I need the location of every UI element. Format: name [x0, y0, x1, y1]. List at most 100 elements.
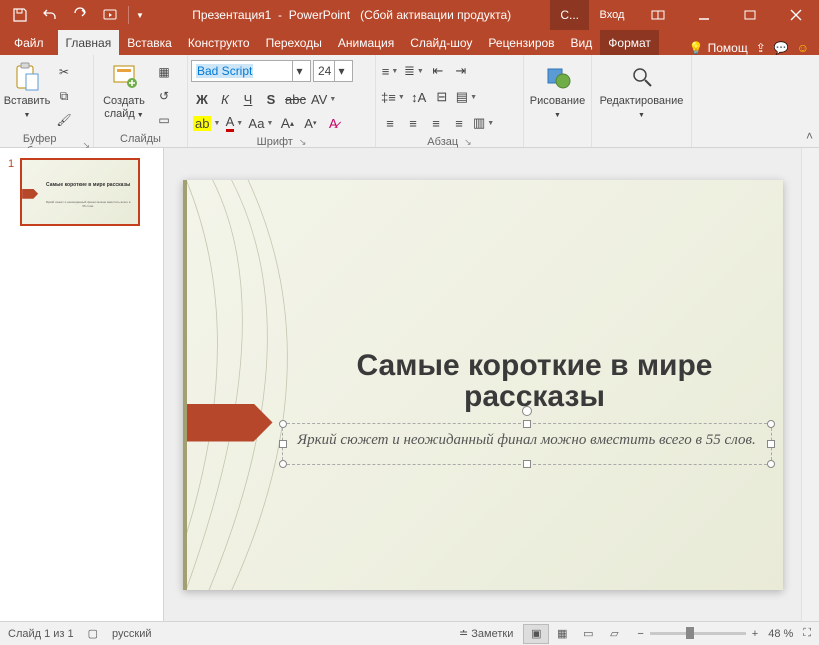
underline-button[interactable]: Ч — [237, 88, 259, 110]
tab-animations[interactable]: Анимация — [330, 30, 402, 55]
undo-button[interactable] — [36, 1, 64, 29]
increase-indent-button[interactable]: ⇥ — [450, 60, 472, 82]
start-from-beginning-button[interactable] — [96, 1, 124, 29]
reading-view-button[interactable]: ▭ — [575, 624, 601, 644]
account-area[interactable]: С... — [550, 0, 589, 30]
slide-sorter-button[interactable]: ▦ — [549, 624, 575, 644]
character-spacing-button[interactable]: AV▼ — [309, 88, 338, 110]
lightbulb-icon: 💡 — [689, 41, 704, 55]
tab-slideshow[interactable]: Слайд-шоу — [402, 30, 480, 55]
resize-handle-sw[interactable] — [279, 460, 287, 468]
text-direction-button[interactable]: ↕A — [408, 86, 430, 108]
group-clipboard: Вставить▼ ✂ ⧉ 🖌 Буфер обмена↘ — [0, 55, 94, 147]
maximize-button[interactable] — [727, 0, 773, 30]
justify-button[interactable]: ≡ — [448, 112, 470, 134]
italic-button[interactable]: К — [214, 88, 236, 110]
normal-view-button[interactable]: ▣ — [523, 624, 549, 644]
spell-check-icon[interactable]: ▢ — [88, 627, 98, 640]
resize-handle-nw[interactable] — [279, 420, 287, 428]
shrink-font-button[interactable]: A▾ — [299, 112, 321, 134]
bold-button[interactable]: Ж — [191, 88, 213, 110]
minimize-button[interactable] — [681, 0, 727, 30]
zoom-slider[interactable] — [650, 632, 746, 635]
fit-to-window-button[interactable]: ⛶ — [803, 627, 811, 640]
highlight-button[interactable]: ab▼ — [191, 112, 222, 134]
redo-button[interactable] — [66, 1, 94, 29]
tab-home[interactable]: Главная — [58, 30, 120, 55]
zoom-out-button[interactable]: − — [637, 628, 643, 640]
sign-in-button[interactable]: Вход — [589, 0, 635, 30]
drawing-button[interactable]: Рисование▼ — [527, 57, 588, 123]
thumb-title: Самые короткие в мире рассказы — [44, 182, 132, 188]
share-icon[interactable]: ⇪ — [756, 41, 766, 55]
subtitle-text[interactable]: Яркий сюжет и неожиданный финал можно вм… — [293, 432, 761, 449]
resize-handle-n[interactable] — [523, 420, 531, 428]
slideshow-view-button[interactable]: ▱ — [601, 624, 627, 644]
tab-view[interactable]: Вид — [563, 30, 601, 55]
section-button[interactable]: ▭ — [153, 109, 175, 131]
columns-button[interactable]: ▥▼ — [471, 112, 496, 134]
shadow-button[interactable]: S — [260, 88, 282, 110]
align-center-button[interactable]: ≡ — [402, 112, 424, 134]
subtitle-textbox[interactable]: Яркий сюжет и неожиданный финал можно вм… — [282, 423, 772, 465]
align-left-button[interactable]: ≡ — [379, 112, 401, 134]
change-case-button[interactable]: Аа▼ — [246, 112, 275, 134]
rotate-handle[interactable] — [522, 406, 532, 416]
notes-button[interactable]: ≐ Заметки — [459, 627, 513, 640]
comments-icon[interactable]: 💬 — [774, 41, 789, 55]
editing-button[interactable]: Редактирование▼ — [595, 57, 688, 123]
tab-review[interactable]: Рецензиров — [480, 30, 562, 55]
line-spacing-button[interactable]: ‡≡▼ — [379, 86, 407, 108]
language-indicator[interactable]: русский — [112, 628, 151, 640]
reset-button[interactable]: ↺ — [153, 85, 175, 107]
align-text-button[interactable]: ⊟ — [431, 86, 453, 108]
resize-handle-e[interactable] — [767, 440, 775, 448]
collapse-ribbon-button[interactable]: ˄ — [806, 129, 813, 143]
zoom-percent[interactable]: 48 % — [768, 628, 793, 640]
format-painter-button[interactable]: 🖌 — [53, 109, 75, 131]
new-slide-button[interactable]: Создать слайд ▼ — [97, 57, 151, 123]
convert-smartart-button[interactable]: ▤▼ — [454, 86, 479, 108]
statusbar: Слайд 1 из 1 ▢ русский ≐ Заметки ▣ ▦ ▭ ▱… — [0, 621, 819, 645]
paste-button[interactable]: Вставить▼ — [3, 57, 51, 123]
tell-me-search[interactable]: 💡 Помощ — [689, 41, 748, 55]
zoom-in-button[interactable]: + — [752, 628, 758, 640]
numbering-button[interactable]: ≣▼ — [402, 60, 426, 82]
cut-button[interactable]: ✂ — [53, 61, 75, 83]
ribbon-display-button[interactable] — [635, 0, 681, 30]
thumbnail-item[interactable]: 1 Самые короткие в мире рассказы Яркий с… — [8, 158, 155, 226]
tab-format[interactable]: Формат — [600, 30, 659, 55]
font-size-combo[interactable]: 24▾ — [313, 60, 353, 82]
copy-button[interactable]: ⧉ — [53, 85, 75, 107]
close-button[interactable] — [773, 0, 819, 30]
resize-handle-ne[interactable] — [767, 420, 775, 428]
smiley-icon[interactable]: ☺ — [797, 41, 809, 55]
vertical-scrollbar[interactable] — [801, 148, 819, 621]
customize-qat-button[interactable]: ▼ — [133, 1, 147, 29]
paragraph-launcher[interactable]: ↘ — [464, 137, 472, 148]
group-drawing: Рисование▼ — [524, 55, 592, 147]
resize-handle-se[interactable] — [767, 460, 775, 468]
resize-handle-w[interactable] — [279, 440, 287, 448]
layout-button[interactable]: ▦ — [153, 61, 175, 83]
save-button[interactable] — [6, 1, 34, 29]
slide-counter[interactable]: Слайд 1 из 1 — [8, 628, 74, 640]
resize-handle-s[interactable] — [523, 460, 531, 468]
tab-design[interactable]: Конструкто — [180, 30, 258, 55]
align-right-button[interactable]: ≡ — [425, 112, 447, 134]
bullets-button[interactable]: ≡▼ — [379, 60, 401, 82]
strikethrough-button[interactable]: abc — [283, 88, 308, 110]
tab-insert[interactable]: Вставка — [119, 30, 180, 55]
clear-formatting-button[interactable]: A̷ — [322, 112, 344, 134]
status-right: ≐ Заметки ▣ ▦ ▭ ▱ − + 48 % ⛶ — [459, 624, 811, 644]
font-name-combo[interactable]: Bad Script▾ — [191, 60, 311, 82]
grow-font-button[interactable]: A▴ — [276, 112, 298, 134]
zoom-thumb[interactable] — [686, 627, 694, 639]
slide-canvas[interactable]: Самые короткие в мире рассказы Яркий сюж… — [183, 180, 783, 590]
tab-transitions[interactable]: Переходы — [258, 30, 330, 55]
font-launcher[interactable]: ↘ — [299, 137, 307, 148]
slide-title[interactable]: Самые короткие в мире рассказы — [327, 350, 743, 413]
font-color-button[interactable]: А▼ — [223, 112, 245, 134]
tab-file[interactable]: Файл — [0, 30, 58, 55]
decrease-indent-button[interactable]: ⇤ — [427, 60, 449, 82]
